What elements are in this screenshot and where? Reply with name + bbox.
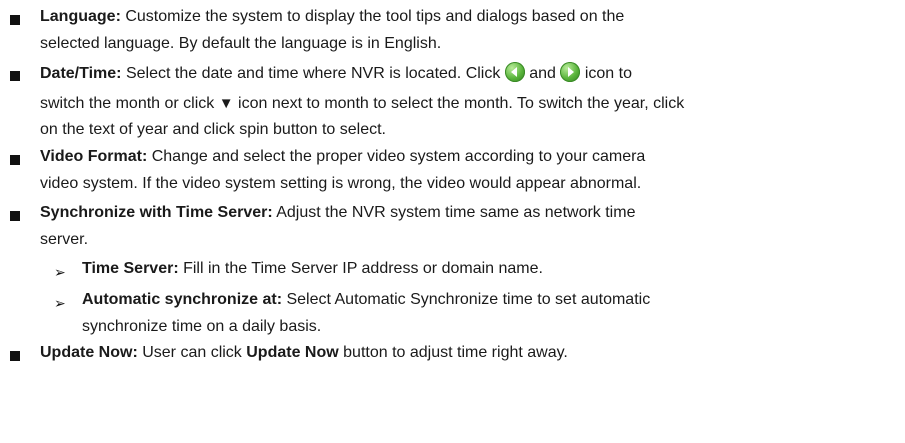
line: Synchronize with Time Server: Adjust the… xyxy=(40,202,635,224)
text: and xyxy=(524,65,561,82)
term: Date/Time: xyxy=(40,65,122,82)
line: synchronize time on a daily basis. xyxy=(82,316,321,338)
text: icon next to month to select the month. … xyxy=(233,95,685,112)
term: Synchronize with Time Server: xyxy=(40,204,273,221)
line: on the text of year and click spin butto… xyxy=(40,119,386,141)
text: server. xyxy=(40,231,89,248)
square-bullet-icon xyxy=(10,15,20,25)
text: Change and select the proper video syste… xyxy=(147,148,646,165)
line: Update Now: User can click Update Now bu… xyxy=(40,342,568,364)
term-inline: Update Now xyxy=(246,344,339,361)
text: icon to xyxy=(580,65,632,82)
term: Automatic synchronize at: xyxy=(82,291,283,308)
line: Time Server: Fill in the Time Server IP … xyxy=(82,258,543,280)
term: Video Format: xyxy=(40,148,148,165)
document: Language: Customize the system to displa… xyxy=(0,0,905,443)
text: on the text of year and click spin butto… xyxy=(40,121,386,138)
text: Select Automatic Synchronize time to set… xyxy=(282,291,651,308)
prev-arrow-icon xyxy=(504,62,525,82)
square-bullet-icon xyxy=(10,351,20,361)
line: Video Format: Change and select the prop… xyxy=(40,146,645,168)
line: selected language. By default the langua… xyxy=(40,33,441,55)
text: Select the date and time where NVR is lo… xyxy=(121,65,505,82)
text: Adjust the NVR system time same as netwo… xyxy=(272,204,636,221)
arrow-bullet-icon: ➢ xyxy=(54,295,66,311)
text: switch the month or click xyxy=(40,95,219,112)
text: selected language. By default the langua… xyxy=(40,35,442,52)
text: synchronize time on a daily basis. xyxy=(82,318,322,335)
term: Update Now: xyxy=(40,344,138,361)
text: video system. If the video system settin… xyxy=(40,175,642,192)
text: Customize the system to display the tool… xyxy=(120,8,625,25)
square-bullet-icon xyxy=(10,211,20,221)
text: User can click xyxy=(137,344,247,361)
next-arrow-icon xyxy=(560,62,581,82)
line: Automatic synchronize at: Select Automat… xyxy=(82,289,650,311)
line: Language: Customize the system to displa… xyxy=(40,6,624,28)
line: Date/Time: Select the date and time wher… xyxy=(40,62,632,85)
term: Language: xyxy=(40,8,121,25)
line: switch the month or click ▼ icon next to… xyxy=(40,93,684,115)
arrow-bullet-icon: ➢ xyxy=(54,264,66,280)
square-bullet-icon xyxy=(10,71,20,81)
text: button to adjust time right away. xyxy=(338,344,568,361)
square-bullet-icon xyxy=(10,155,20,165)
triangle-down-icon: ▼ xyxy=(218,95,234,112)
text: Fill in the Time Server IP address or do… xyxy=(178,260,543,277)
line: server. xyxy=(40,229,88,251)
line: video system. If the video system settin… xyxy=(40,173,641,195)
term: Time Server: xyxy=(82,260,179,277)
